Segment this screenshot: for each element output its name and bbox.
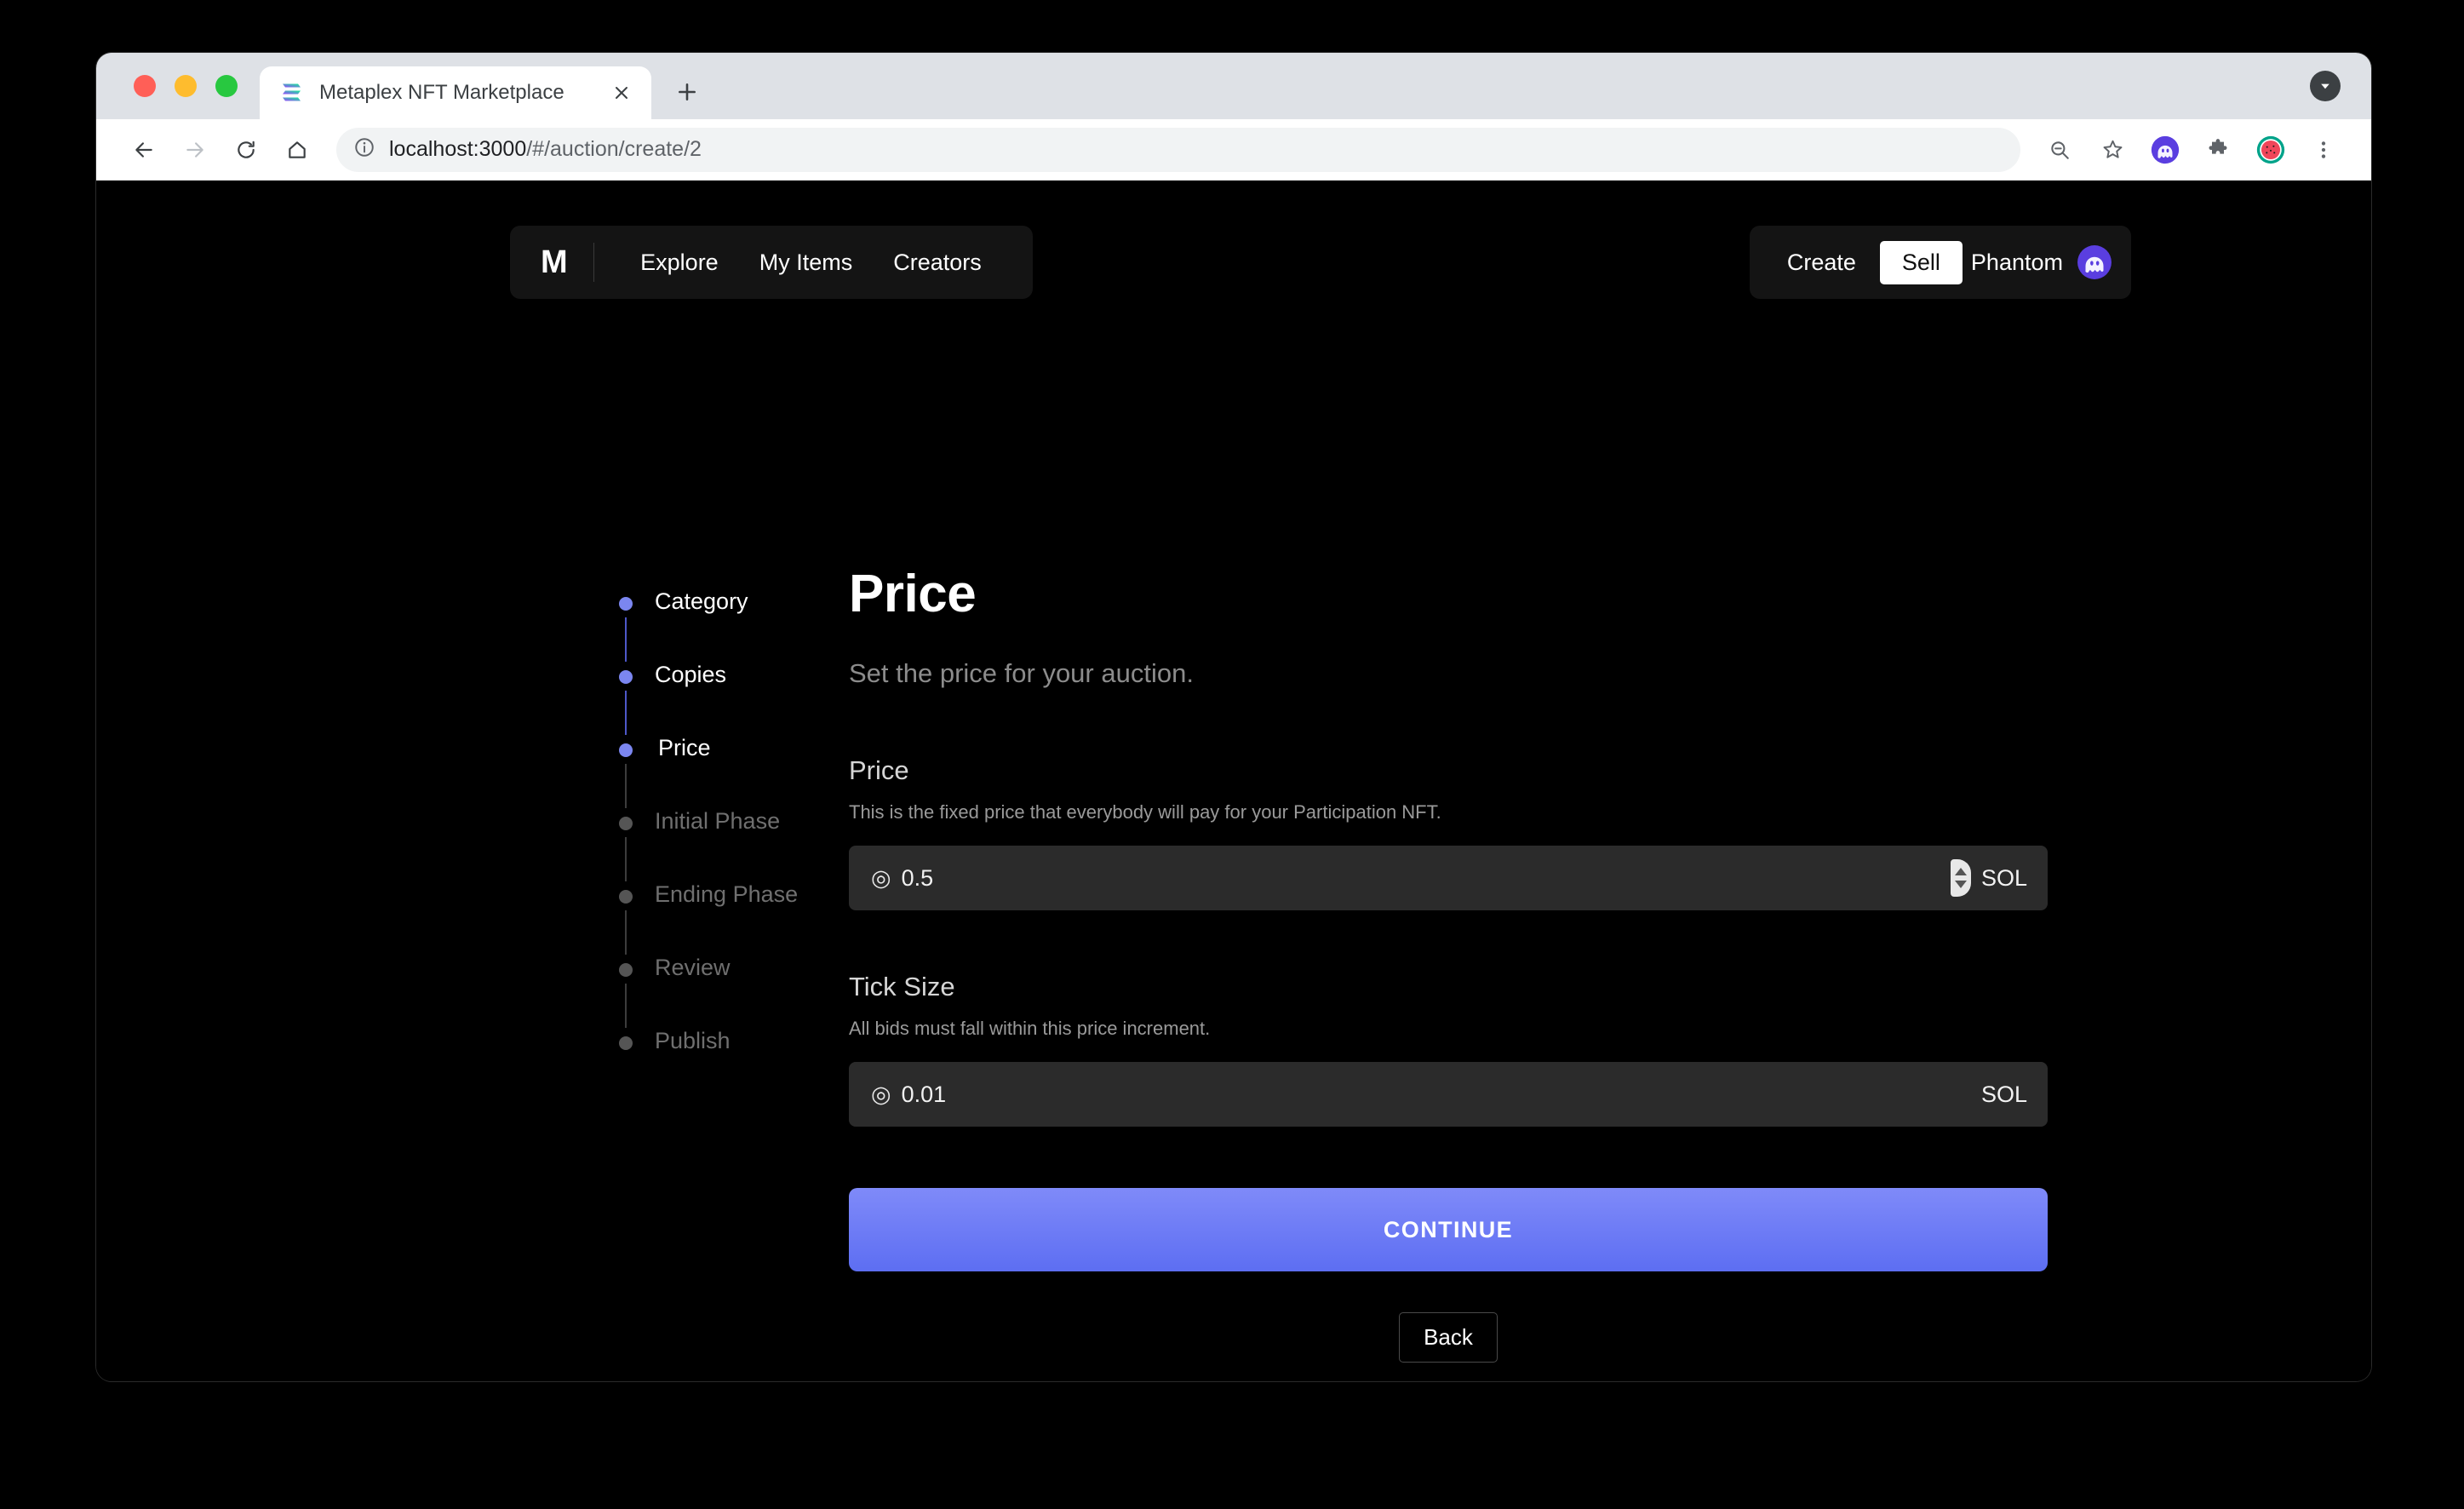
create-link[interactable]: Create bbox=[1772, 250, 1871, 276]
reload-icon[interactable] bbox=[222, 126, 270, 174]
price-form: Price Set the price for your auction. Pr… bbox=[849, 564, 2048, 1363]
nav-item-explore[interactable]: Explore bbox=[620, 250, 739, 276]
tab-strip: Metaplex NFT Marketplace bbox=[96, 53, 2371, 119]
main-nav: M Explore My Items Creators bbox=[510, 226, 1033, 299]
step-connector bbox=[625, 691, 627, 735]
tab-title: Metaplex NFT Marketplace bbox=[319, 81, 564, 104]
zoom-out-icon[interactable] bbox=[2037, 128, 2082, 172]
tick-size-label: Tick Size bbox=[849, 972, 955, 1001]
url-path: /#/auction/create/2 bbox=[526, 137, 702, 161]
spinner-up-arrow[interactable] bbox=[1954, 868, 1967, 875]
back-button-container: Back bbox=[849, 1312, 2048, 1363]
app-page: M Explore My Items Creators Create Sell … bbox=[96, 181, 2371, 1381]
nav-divider bbox=[593, 243, 595, 282]
price-input[interactable]: ◎ 0.5 SOL bbox=[849, 846, 2048, 910]
step-bullet-icon bbox=[619, 1036, 633, 1050]
sol-symbol-icon: ◎ bbox=[871, 864, 891, 891]
back-arrow-icon[interactable] bbox=[120, 126, 168, 174]
step-label: Copies bbox=[655, 662, 727, 687]
step-label: Publish bbox=[655, 1028, 731, 1053]
account-bar: Create Sell Phantom bbox=[1749, 226, 2131, 299]
browser-window: Metaplex NFT Marketplace localhost:3000/… bbox=[96, 53, 2371, 1381]
new-tab-button[interactable] bbox=[663, 68, 711, 116]
chevron-down-icon[interactable] bbox=[2310, 71, 2341, 101]
step-label: Ending Phase bbox=[655, 881, 799, 907]
step-copies[interactable]: Copies bbox=[619, 662, 832, 736]
step-connector bbox=[625, 764, 627, 808]
url-host: localhost:3000 bbox=[389, 137, 527, 161]
number-spinner-icon[interactable] bbox=[1950, 859, 1971, 897]
step-publish[interactable]: Publish bbox=[619, 1028, 832, 1102]
close-icon[interactable] bbox=[607, 78, 636, 107]
wizard-stepper: Category Copies Price Initial Phase Endi bbox=[619, 588, 832, 1102]
price-label: Price bbox=[849, 755, 909, 785]
step-bullet-icon bbox=[619, 963, 633, 977]
app-header: M Explore My Items Creators Create Sell … bbox=[96, 181, 2371, 317]
close-window-button[interactable] bbox=[134, 75, 156, 97]
sell-tab[interactable]: Sell bbox=[1879, 240, 1963, 284]
back-button[interactable]: Back bbox=[1399, 1312, 1498, 1363]
three-dot-menu-icon[interactable] bbox=[2301, 128, 2346, 172]
step-connector bbox=[625, 837, 627, 881]
step-bullet-icon bbox=[619, 597, 633, 611]
browser-toolbar: localhost:3000/#/auction/create/2 bbox=[96, 119, 2371, 181]
home-icon[interactable] bbox=[273, 126, 321, 174]
step-bullet-icon bbox=[619, 890, 633, 904]
page-title: Price bbox=[849, 565, 977, 623]
tick-size-input[interactable]: ◎ 0.01 SOL bbox=[849, 1062, 2048, 1127]
watermelon-avatar-icon[interactable] bbox=[2249, 128, 2293, 172]
step-bullet-icon bbox=[619, 670, 633, 684]
step-review[interactable]: Review bbox=[619, 955, 832, 1029]
step-category[interactable]: Category bbox=[619, 588, 832, 663]
minimize-window-button[interactable] bbox=[175, 75, 197, 97]
tick-size-unit-label: SOL bbox=[1980, 1081, 2027, 1107]
tick-size-help-text: All bids must fall within this price inc… bbox=[849, 1018, 1211, 1039]
maximize-window-button[interactable] bbox=[215, 75, 238, 97]
metaplex-logo[interactable]: M bbox=[541, 244, 593, 281]
step-label: Initial Phase bbox=[655, 808, 781, 834]
step-initial-phase[interactable]: Initial Phase bbox=[619, 808, 832, 882]
price-help-text: This is the fixed price that everybody w… bbox=[849, 801, 1441, 823]
page-subtitle: Set the price for your auction. bbox=[849, 658, 1194, 688]
sol-symbol-icon: ◎ bbox=[871, 1081, 891, 1107]
step-bullet-icon bbox=[619, 817, 633, 830]
step-label: Review bbox=[655, 955, 731, 980]
price-input-value[interactable]: 0.5 bbox=[902, 865, 1951, 892]
puzzle-piece-icon[interactable] bbox=[2196, 128, 2240, 172]
tick-size-input-value[interactable]: 0.01 bbox=[902, 1082, 1981, 1108]
nav-item-creators[interactable]: Creators bbox=[873, 250, 1002, 276]
step-connector bbox=[625, 984, 627, 1028]
browser-tab[interactable]: Metaplex NFT Marketplace bbox=[260, 66, 651, 119]
star-icon[interactable] bbox=[2090, 128, 2135, 172]
address-bar[interactable]: localhost:3000/#/auction/create/2 bbox=[336, 127, 2020, 172]
step-bullet-icon bbox=[619, 743, 633, 757]
phantom-wallet-icon[interactable] bbox=[2143, 128, 2187, 172]
wallet-name[interactable]: Phantom bbox=[1971, 250, 2077, 276]
url-text: localhost:3000/#/auction/create/2 bbox=[389, 137, 702, 162]
toolbar-icons bbox=[2037, 128, 2346, 172]
phantom-ghost-icon[interactable] bbox=[2077, 244, 2112, 280]
nav-item-my-items[interactable]: My Items bbox=[739, 250, 874, 276]
spinner-down-arrow[interactable] bbox=[1954, 881, 1967, 888]
solana-logo-icon bbox=[280, 80, 306, 106]
continue-button[interactable]: CONTINUE bbox=[849, 1188, 2048, 1271]
step-label: Category bbox=[655, 588, 748, 614]
step-ending-phase[interactable]: Ending Phase bbox=[619, 881, 832, 955]
step-price[interactable]: Price bbox=[619, 735, 832, 809]
forward-arrow-icon[interactable] bbox=[171, 126, 219, 174]
step-label: Price bbox=[658, 735, 711, 760]
price-unit-label: SOL bbox=[1980, 864, 2027, 891]
step-connector bbox=[625, 617, 627, 662]
window-traffic-lights bbox=[96, 53, 260, 119]
tab-strip-right bbox=[2310, 53, 2371, 119]
info-circle-icon[interactable] bbox=[353, 136, 375, 163]
step-connector bbox=[625, 910, 627, 955]
